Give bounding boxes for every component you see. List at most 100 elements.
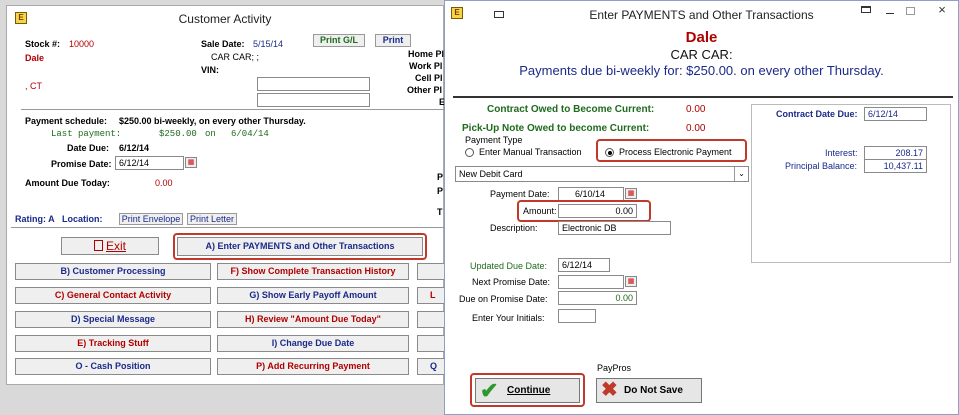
payment-date-field[interactable]: 6/10/14 [558,187,624,201]
print-gl-button[interactable]: Print G/L [313,34,365,47]
amount-highlight [517,200,651,222]
calendar-icon[interactable]: ▦ [625,188,637,199]
add-recurring-button[interactable]: P) Add Recurring Payment [217,358,409,375]
cut-right-button-3[interactable] [417,335,445,352]
last-payment-date: 6/04/14 [231,129,269,139]
general-contact-button[interactable]: C) General Contact Activity [15,287,211,304]
do-not-save-label: Do Not Save [624,385,683,396]
cut-right-button-q[interactable]: Q [417,358,445,375]
location-label: Location: [62,214,103,224]
window-title: Enter PAYMENTS and Other Transactions [589,8,814,22]
card-select-value: New Debit Card [459,169,523,179]
print-envelope-button[interactable]: Print Envelope [119,213,183,225]
exit-label: Exit [105,239,126,253]
enter-payments-highlight [173,233,427,260]
print-button[interactable]: Print [375,34,411,47]
principal-label: Principal Balance: [785,161,858,171]
payments-customer-name: Dale [685,29,718,46]
work-phone-label: Work Pl [409,61,443,71]
cut-right-button-l[interactable]: L [417,287,445,304]
amount-due-label: Amount Due Today: [25,178,110,188]
right-cut-t: T [437,207,443,217]
other-phone-label: Other Pl [407,85,443,95]
payments-window: E Enter PAYMENTS and Other Transactions … [444,0,959,415]
promise-date-field[interactable]: 6/12/14 [115,156,184,170]
due-on-promise-label: Due on Promise Date: [459,294,548,304]
description-label: Description: [490,223,538,233]
home-phone-label: Home Pl [408,49,445,59]
contract-owed-value: 0.00 [686,104,706,115]
customer-state: , CT [25,81,42,91]
due-on-promise-field[interactable]: 0.00 [558,291,637,305]
customer-activity-window: E Customer Activity Stock #: 10000 Dale … [6,5,445,385]
electronic-payment-highlight [596,139,747,162]
card-select[interactable]: New Debit Card ⌄ [455,166,749,182]
calendar-icon[interactable]: ▦ [625,276,637,287]
payment-date-label: Payment Date: [490,189,550,199]
maximize-icon[interactable] [906,7,915,15]
cash-position-button[interactable]: O - Cash Position [15,358,211,375]
address-field-2[interactable] [257,93,370,107]
exit-button[interactable]: Exit [61,237,159,255]
last-payment-amount: $250.00 [159,129,197,139]
next-promise-label: Next Promise Date: [472,277,551,287]
manual-transaction-label: Enter Manual Transaction [479,147,582,157]
payments-vehicle: CAR CAR: [670,47,733,62]
transaction-history-button[interactable]: F) Show Complete Transaction History [217,263,409,280]
cut-right-button-1[interactable] [417,263,445,280]
review-amount-due-button[interactable]: H) Review "Amount Due Today" [217,311,409,328]
pickup-note-label: Pick-Up Note Owed to become Current: [462,123,650,134]
change-due-date-button[interactable]: I) Change Due Date [217,335,409,352]
payments-schedule-text: Payments due bi-weekly for: $250.00. on … [519,63,884,78]
initials-field[interactable] [558,309,596,323]
divider-top [21,109,445,110]
interest-value: 208.17 [864,146,927,160]
payment-schedule-label: Payment schedule: [25,116,108,126]
right-cut-p1: P [437,172,444,182]
last-payment-on: on [205,129,216,139]
vin-label: VIN: [201,65,219,75]
updated-due-field[interactable]: 6/12/14 [558,258,610,272]
calendar-icon[interactable]: ▦ [185,157,197,168]
description-field[interactable]: Electronic DB [558,221,671,235]
special-message-button[interactable]: D) Special Message [15,311,211,328]
cancel-x-icon: ✖ [601,379,618,401]
contract-date-due-label: Contract Date Due: [776,109,858,119]
early-payoff-button[interactable]: G) Show Early Payoff Amount [217,287,409,304]
initials-label: Enter Your Initials: [472,313,545,323]
sale-date-value: 5/15/14 [253,39,284,49]
date-due-value: 6/12/14 [119,143,150,153]
stock-value: 10000 [69,39,95,49]
manual-transaction-radio[interactable] [465,148,474,157]
stock-label: Stock #: [25,39,61,49]
close-icon[interactable]: × [929,3,955,19]
chevron-down-icon: ⌄ [734,167,748,181]
do-not-save-button[interactable]: ✖ Do Not Save [596,378,702,403]
payments-divider [453,96,953,98]
window-title: Customer Activity [178,12,272,26]
customer-activity-titlebar: E Customer Activity [7,6,443,32]
next-promise-field[interactable] [558,275,624,289]
tracking-stuff-button[interactable]: E) Tracking Stuff [15,335,211,352]
cell-phone-label: Cell Pl [415,73,443,83]
sale-date-label: Sale Date: [201,39,245,49]
restore-icon[interactable] [861,6,871,13]
continue-highlight [470,373,585,407]
date-due-label: Date Due: [67,143,110,153]
right-cut-p2: P [437,186,444,196]
payments-titlebar: E Enter PAYMENTS and Other Transactions … [445,1,958,29]
customer-name: Dale [25,53,45,63]
address-field-1[interactable] [257,77,370,91]
amount-due-value: 0.00 [155,178,173,188]
divider-bottom [11,227,445,228]
exit-icon [93,240,103,251]
promise-date-label: Promise Date: [51,159,112,169]
rating-label: Rating: A [15,214,55,224]
interest-label: Interest: [825,148,858,158]
cut-right-button-2[interactable] [417,311,445,328]
minimize-icon[interactable] [886,13,894,14]
print-letter-button[interactable]: Print Letter [187,213,237,225]
pickup-note-value: 0.00 [686,123,706,134]
principal-value: 10,437.11 [864,159,927,173]
customer-processing-button[interactable]: B) Customer Processing [15,263,211,280]
